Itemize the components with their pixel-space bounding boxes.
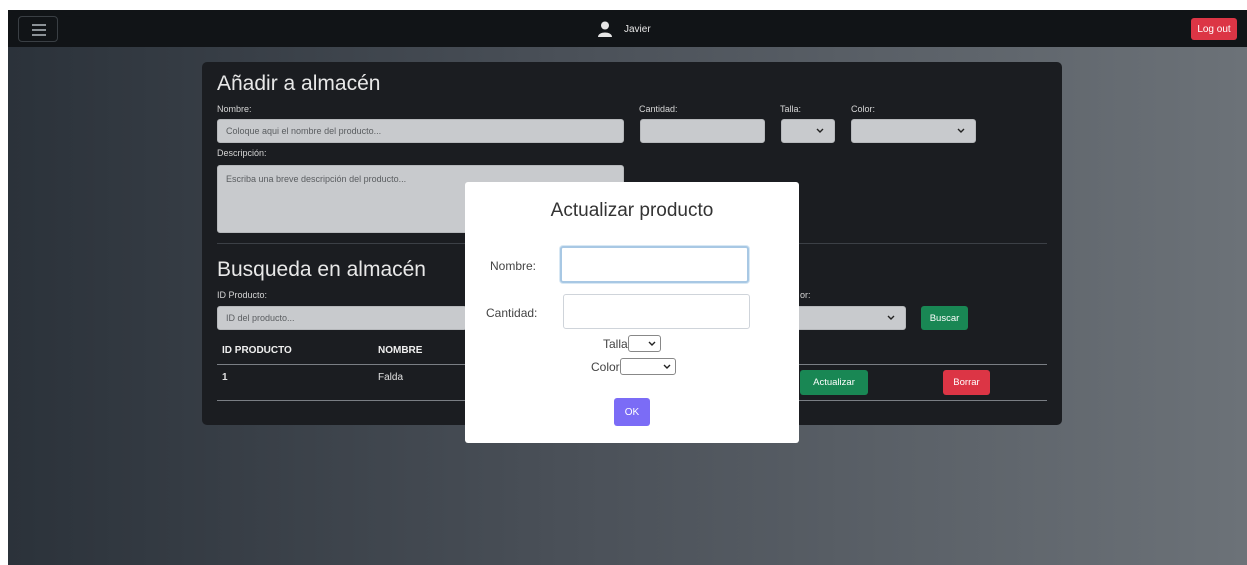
table-header-nombre: NOMBRE bbox=[378, 345, 423, 356]
id-producto-input[interactable]: ID del producto... bbox=[217, 306, 467, 330]
nombre-label: Nombre: bbox=[217, 104, 252, 114]
chevron-down-icon bbox=[648, 341, 656, 346]
talla-label: Talla: bbox=[780, 104, 802, 114]
color-select[interactable] bbox=[851, 119, 976, 143]
navbar: Javier Log out bbox=[8, 10, 1247, 47]
id-producto-label: ID Producto: bbox=[217, 290, 268, 300]
search-color-select[interactable] bbox=[792, 306, 906, 330]
user-info: Javier bbox=[598, 19, 651, 39]
search-section-title: Busqueda en almacén bbox=[217, 258, 426, 281]
table-header-id: ID PRODUCTO bbox=[222, 345, 292, 356]
chevron-down-icon bbox=[663, 364, 671, 369]
cantidad-label: Cantidad: bbox=[639, 104, 678, 114]
row-id: 1 bbox=[222, 372, 228, 383]
modal-color-select[interactable] bbox=[620, 358, 676, 375]
modal-talla-label: Talla: bbox=[603, 337, 632, 351]
nombre-input[interactable]: Coloque aqui el nombre del producto... bbox=[217, 119, 624, 143]
borrar-button[interactable]: Borrar bbox=[943, 370, 990, 395]
hamburger-menu-icon[interactable] bbox=[18, 16, 58, 42]
search-color-label: or: bbox=[800, 290, 811, 300]
modal-color-label: Color: bbox=[591, 360, 624, 374]
logout-button[interactable]: Log out bbox=[1191, 18, 1237, 40]
descripcion-label: Descripción: bbox=[217, 148, 267, 158]
user-name: Javier bbox=[624, 23, 651, 35]
update-product-modal: Actualizar producto Nombre: Cantidad: Ta… bbox=[465, 182, 799, 443]
actualizar-button[interactable]: Actualizar bbox=[800, 370, 868, 395]
app-frame: Javier Log out Añadir a almacén Nombre: … bbox=[8, 10, 1247, 565]
ok-button[interactable]: OK bbox=[614, 398, 650, 426]
talla-select[interactable] bbox=[781, 119, 835, 143]
modal-nombre-input[interactable] bbox=[560, 246, 749, 283]
buscar-button[interactable]: Buscar bbox=[921, 306, 968, 330]
cantidad-input[interactable] bbox=[640, 119, 765, 143]
user-icon bbox=[598, 21, 612, 37]
chevron-down-icon bbox=[887, 315, 895, 320]
modal-cantidad-label: Cantidad: bbox=[486, 306, 538, 320]
modal-nombre-label: Nombre: bbox=[490, 259, 537, 273]
row-nombre: Falda bbox=[378, 372, 404, 383]
modal-title: Actualizar producto bbox=[550, 200, 714, 221]
add-section-title: Añadir a almacén bbox=[217, 72, 381, 95]
chevron-down-icon bbox=[957, 128, 965, 133]
chevron-down-icon bbox=[816, 128, 824, 133]
color-label: Color: bbox=[851, 104, 876, 114]
modal-talla-select[interactable] bbox=[628, 335, 661, 352]
modal-cantidad-input[interactable] bbox=[563, 294, 750, 329]
